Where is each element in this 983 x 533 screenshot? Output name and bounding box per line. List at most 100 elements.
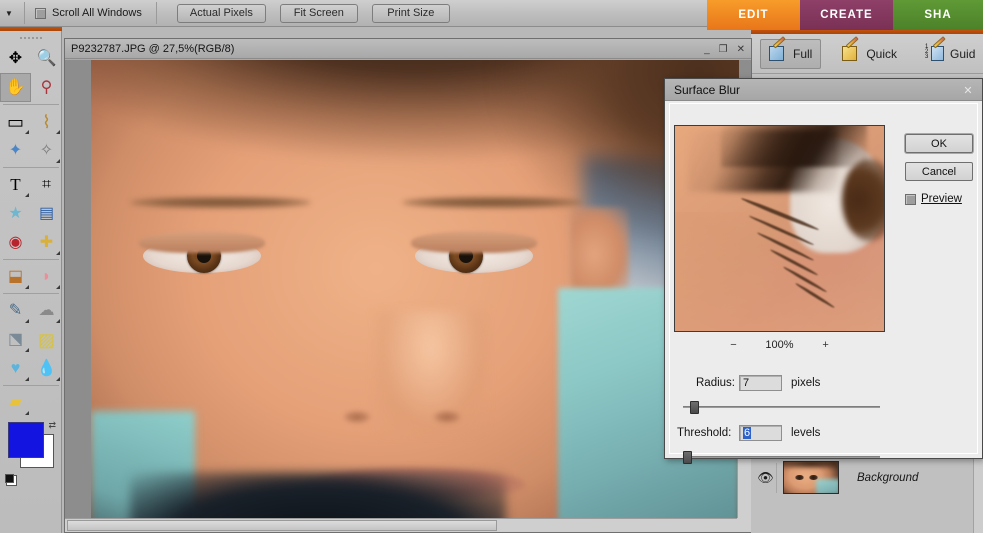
threshold-slider-thumb[interactable] [683, 451, 692, 464]
toolbox-divider-4 [3, 293, 59, 294]
ok-button[interactable]: OK [905, 134, 973, 153]
radius-label: Radius: [696, 377, 735, 389]
mode-tab-bar: EDIT CREATE SHA [707, 0, 983, 30]
red-eye-removal-tool-icon: ◉ [8, 233, 23, 251]
document-title-bar[interactable]: P9232787.JPG @ 27,5%(RGB/8) _ ❐ ✕ [65, 39, 751, 59]
actual-pixels-button[interactable]: Actual Pixels [176, 3, 266, 23]
document-title-text: P9232787.JPG @ 27,5%(RGB/8) [71, 42, 235, 55]
edit-mode-quick-label: Quick [866, 46, 898, 61]
preview-checkbox[interactable]: Preview [905, 193, 962, 205]
dialog-body: − 100% + Radius: 7 pixels Threshold: 6 l… [665, 101, 982, 464]
layer-thumbnail[interactable] [783, 461, 839, 494]
options-dropdown-arrow-icon[interactable]: ▼ [0, 0, 18, 27]
preview-checkbox-box-icon[interactable] [905, 193, 916, 205]
gradient-tool[interactable]: ▨ [31, 325, 62, 354]
preview-checkbox-label: Preview [921, 193, 962, 205]
color-swatch-group[interactable]: ⇄ [5, 420, 56, 486]
edit-mode-full[interactable]: Full [760, 36, 822, 69]
layers-vertical-scrollbar[interactable] [973, 456, 983, 533]
eyedropper-tool-icon: ⚲ [40, 78, 53, 96]
threshold-slider[interactable] [683, 451, 880, 464]
eyedropper-tool[interactable]: ⚲ [31, 73, 62, 102]
gradient-tool-icon: ▨ [37, 329, 55, 350]
scroll-all-windows-checkbox[interactable]: Scroll All Windows [35, 7, 142, 19]
tab-edit[interactable]: EDIT [707, 0, 800, 30]
print-size-button[interactable]: Print Size [371, 3, 450, 23]
shape-tool[interactable]: ♥ [0, 354, 31, 383]
maximize-icon[interactable]: ❐ [719, 44, 728, 55]
clone-stamp-tool-icon: ⬓ [7, 267, 24, 285]
hand-tool[interactable]: ✋ [0, 73, 31, 102]
rectangular-marquee-tool[interactable]: ▭ [0, 107, 31, 136]
canvas-hscroll-thumb[interactable] [67, 520, 497, 531]
photo-right-eye [411, 231, 537, 279]
minimize-icon[interactable]: _ [704, 44, 710, 55]
zoom-tool-icon: 🔍 [36, 49, 57, 67]
foreground-color-swatch[interactable] [8, 422, 44, 458]
radius-unit-label: pixels [791, 377, 821, 389]
toolbox-accent-strip [0, 27, 62, 31]
toolbox-grip-handle[interactable] [0, 32, 62, 43]
move-tool[interactable]: ✥ [0, 44, 31, 73]
photo-canvas-image[interactable] [91, 60, 739, 532]
photo-left-nostril [343, 410, 370, 423]
cookie-cutter-tool[interactable]: ★ [0, 199, 31, 228]
zoom-out-button[interactable]: − [727, 339, 739, 351]
straighten-tool-icon: ▤ [38, 204, 55, 222]
type-tool[interactable]: T [0, 170, 31, 199]
zoom-in-button[interactable]: + [820, 339, 832, 351]
layer-row[interactable]: 👁 Background [755, 459, 973, 496]
brush-tool[interactable]: ✎ [0, 296, 31, 325]
crop-tool-icon: ⌗ [41, 175, 51, 193]
smudge-tool[interactable]: ☁ [31, 296, 62, 325]
tool-grid: ✥ 🔍 ✋ ⚲ ▭ ⌇ ✦ ✧ T ⌗ ★ ▤ ◉ ✚ ⬓ ◗ ✎ ☁ ⬔ ▨ … [0, 44, 62, 417]
dialog-title-text: Surface Blur [674, 82, 741, 97]
document-canvas-area[interactable] [65, 60, 751, 532]
smudge-tool-icon: ☁ [38, 301, 55, 319]
close-icon[interactable]: ✕ [737, 44, 745, 55]
photoshop-elements-window: ▼ Scroll All Windows Actual Pixels Fit S… [0, 0, 983, 533]
tab-share[interactable]: SHA [893, 0, 983, 30]
selection-brush-tool-icon: ✧ [39, 141, 54, 159]
healing-brush-tool[interactable]: ✚ [31, 228, 62, 257]
blur-tool[interactable]: 💧 [31, 354, 62, 383]
sponge-tool[interactable]: ▰ [0, 388, 31, 417]
eraser-tool-icon: ◗ [41, 267, 52, 285]
red-eye-removal-tool[interactable]: ◉ [0, 228, 31, 257]
type-tool-icon: T [10, 175, 21, 194]
default-colors-icon[interactable] [5, 474, 17, 486]
paint-bucket-tool-icon: ⬔ [7, 330, 24, 348]
edit-mode-quick[interactable]: Quick [834, 36, 905, 69]
cancel-button[interactable]: Cancel [905, 162, 973, 181]
straighten-tool[interactable]: ▤ [31, 199, 62, 228]
dialog-close-icon[interactable]: ✕ [961, 83, 975, 97]
pencil-quick-icon [842, 36, 861, 62]
toolbox-divider-5 [3, 385, 59, 386]
swap-colors-icon[interactable]: ⇄ [48, 420, 56, 431]
eraser-tool[interactable]: ◗ [31, 262, 62, 291]
edit-mode-guided-label: Guid [950, 46, 976, 61]
fit-screen-button[interactable]: Fit Screen [279, 3, 358, 23]
toolbox: ✥ 🔍 ✋ ⚲ ▭ ⌇ ✦ ✧ T ⌗ ★ ▤ ◉ ✚ ⬓ ◗ ✎ ☁ ⬔ ▨ … [0, 27, 62, 533]
crop-tool[interactable]: ⌗ [31, 170, 62, 199]
eye-icon[interactable]: 👁 [755, 462, 777, 493]
lasso-tool-icon: ⌇ [42, 111, 51, 132]
lasso-tool[interactable]: ⌇ [31, 107, 62, 136]
dialog-title-bar[interactable]: Surface Blur ✕ [665, 79, 982, 101]
paint-bucket-tool[interactable]: ⬔ [0, 325, 31, 354]
edit-mode-guided[interactable]: 123 Guid [918, 36, 983, 69]
hand-tool-icon: ✋ [5, 78, 26, 96]
magic-wand-tool[interactable]: ✦ [0, 136, 31, 165]
radius-input[interactable]: 7 [739, 375, 782, 391]
radius-slider[interactable] [683, 401, 880, 414]
radius-slider-thumb[interactable] [690, 401, 699, 414]
selection-brush-tool[interactable]: ✧ [31, 136, 62, 165]
clone-stamp-tool[interactable]: ⬓ [0, 262, 31, 291]
checkbox-box-icon[interactable] [35, 7, 46, 19]
tab-create[interactable]: CREATE [800, 0, 893, 30]
photo-left-eye [138, 231, 265, 279]
dialog-preview-image[interactable] [674, 125, 885, 332]
threshold-input[interactable]: 6 [739, 425, 782, 441]
zoom-tool[interactable]: 🔍 [31, 44, 62, 73]
canvas-horizontal-scrollbar[interactable] [65, 518, 737, 532]
